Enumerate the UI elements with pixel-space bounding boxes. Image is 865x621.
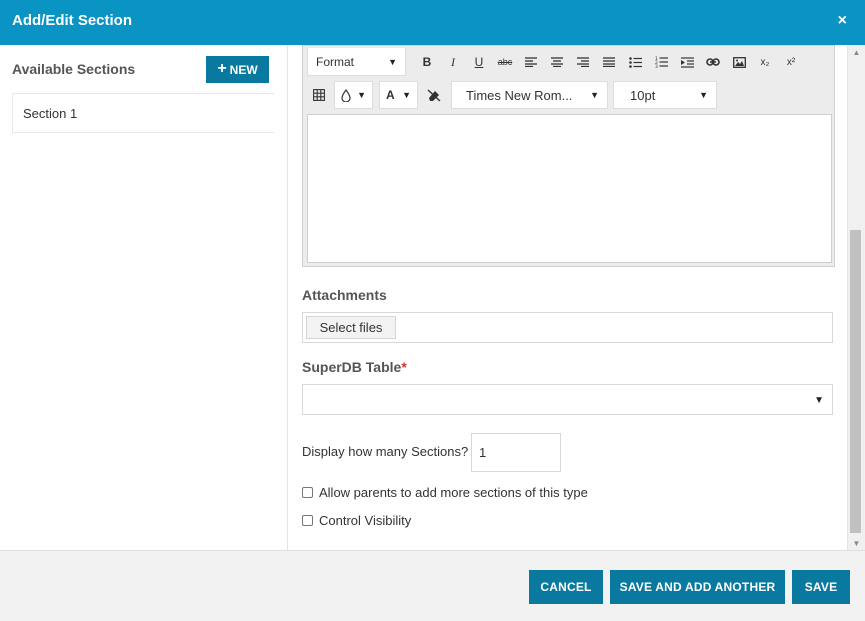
file-upload-field: Select files (302, 312, 833, 343)
save-and-add-another-button[interactable]: SAVE AND ADD ANOTHER (610, 570, 785, 604)
numbered-list-icon[interactable]: 123 (648, 49, 674, 75)
underline-icon[interactable]: U (466, 49, 492, 75)
align-left-icon[interactable] (518, 49, 544, 75)
sections-count-input[interactable]: 1 (471, 433, 561, 472)
bullet-list-icon[interactable] (622, 49, 648, 75)
font-color-icon: A (386, 88, 395, 102)
chevron-down-icon: ▼ (357, 90, 366, 100)
superdb-table-label: SuperDB Table* (302, 359, 407, 375)
editor-content-area[interactable] (307, 114, 832, 263)
editor-toolbar-row-2: ▼ A ▼ Times New Rom... ▼ 10pt ▼ (303, 79, 717, 111)
italic-icon[interactable]: I (440, 49, 466, 75)
select-files-button[interactable]: Select files (306, 316, 396, 339)
align-right-icon[interactable] (570, 49, 596, 75)
font-size-value: 10pt (630, 87, 656, 103)
background-color-dropdown[interactable]: ▼ (334, 81, 373, 109)
chevron-down-icon: ▼ (699, 90, 708, 100)
new-button-label: NEW (229, 62, 258, 77)
scrollbar-thumb[interactable] (850, 230, 861, 533)
required-asterisk: * (401, 359, 407, 375)
chevron-down-icon: ▼ (590, 90, 599, 100)
image-icon[interactable] (726, 49, 752, 75)
sections-sidebar: Available Sections + NEW Section 1 (0, 45, 288, 550)
indent-icon[interactable] (674, 49, 700, 75)
dialog-header: Add/Edit Section × (0, 0, 865, 45)
close-icon[interactable]: × (838, 12, 847, 30)
allow-parents-option: Allow parents to add more sections of th… (302, 485, 588, 500)
align-center-icon[interactable] (544, 49, 570, 75)
align-justify-icon[interactable] (596, 49, 622, 75)
font-family-dropdown[interactable]: Times New Rom... ▼ (451, 81, 608, 109)
format-dropdown-label: Format (316, 54, 355, 69)
dialog-footer: CANCEL SAVE AND ADD ANOTHER SAVE (0, 550, 865, 621)
background-color-icon (341, 88, 351, 102)
allow-parents-checkbox[interactable] (302, 487, 313, 498)
editor-toolbar-row-1: Format ▼ B I U abc 123 x₂ x² (303, 46, 804, 78)
superscript-icon[interactable]: x² (778, 49, 804, 75)
control-visibility-option: Control Visibility (302, 513, 411, 528)
dialog-title: Add/Edit Section (12, 12, 132, 29)
scroll-up-icon[interactable]: ▲ (848, 45, 865, 59)
svg-text:3: 3 (655, 64, 658, 68)
control-visibility-label: Control Visibility (319, 513, 412, 528)
font-color-dropdown[interactable]: A ▼ (379, 81, 418, 109)
control-visibility-checkbox[interactable] (302, 515, 313, 526)
section-form: Format ▼ B I U abc 123 x₂ x² ▼ A ▼ Times… (289, 45, 847, 550)
format-dropdown[interactable]: Format ▼ (307, 48, 406, 76)
link-icon[interactable] (700, 49, 726, 75)
allow-parents-label: Allow parents to add more sections of th… (319, 485, 588, 500)
vertical-scrollbar[interactable]: ▲ ▼ (847, 45, 865, 550)
chevron-down-icon: ▼ (402, 90, 411, 100)
save-button[interactable]: SAVE (792, 570, 850, 604)
new-section-button[interactable]: + NEW (206, 56, 269, 83)
sections-count-label: Display how many Sections? (302, 444, 469, 459)
section-item-label: Section 1 (23, 105, 78, 121)
strikethrough-icon[interactable]: abc (492, 49, 518, 75)
clear-formatting-icon[interactable] (421, 82, 447, 108)
available-sections-heading: Available Sections (12, 61, 136, 77)
font-family-value: Times New Rom... (466, 87, 573, 103)
scroll-down-icon[interactable]: ▼ (848, 536, 865, 550)
subscript-icon[interactable]: x₂ (752, 49, 778, 75)
chevron-down-icon: ▼ (388, 56, 397, 67)
superdb-table-label-text: SuperDB Table (302, 359, 402, 375)
superdb-table-select[interactable]: ▼ (302, 384, 833, 415)
chevron-down-icon: ▼ (814, 395, 824, 406)
font-size-dropdown[interactable]: 10pt ▼ (613, 81, 717, 109)
plus-icon: + (217, 59, 227, 77)
section-list-item[interactable]: Section 1 (12, 93, 274, 133)
rich-text-editor: Format ▼ B I U abc 123 x₂ x² ▼ A ▼ Times… (302, 45, 835, 267)
attachments-label: Attachments (302, 287, 387, 303)
table-icon[interactable] (306, 82, 332, 108)
bold-icon[interactable]: B (414, 49, 440, 75)
cancel-button[interactable]: CANCEL (529, 570, 603, 604)
